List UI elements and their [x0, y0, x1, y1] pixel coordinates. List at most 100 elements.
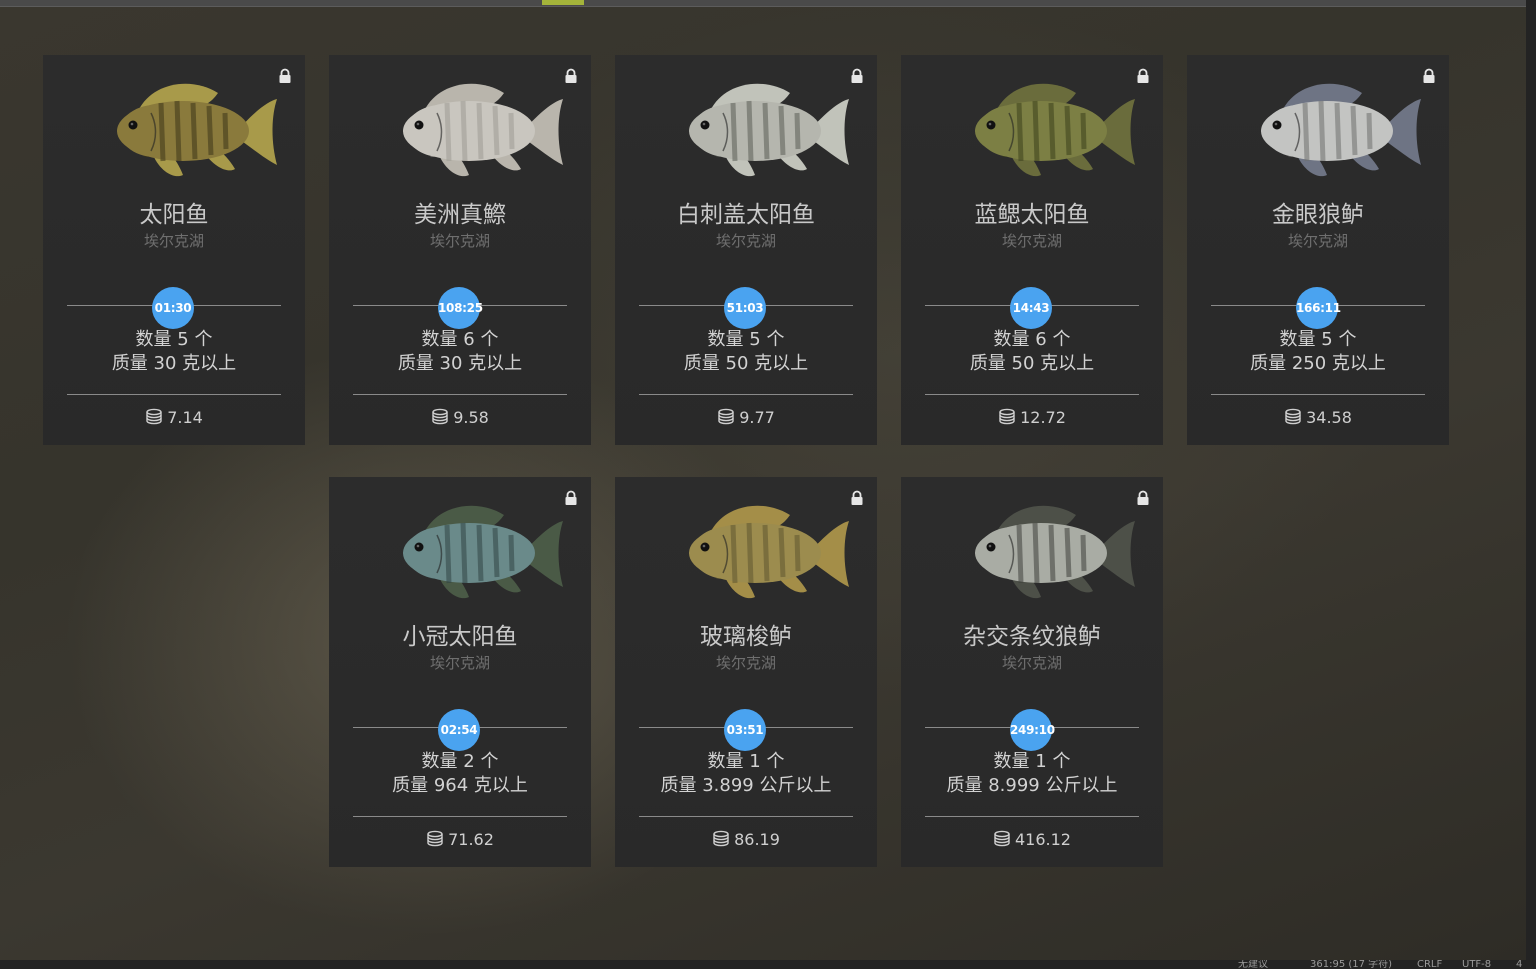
right-scroll-edge[interactable] — [1526, 0, 1536, 969]
reward-value: 34.58 — [1306, 408, 1352, 427]
fish-name: 小冠太阳鱼 — [402, 624, 518, 650]
fish-card[interactable]: 杂交条纹狼鲈埃尔克湖 249:10 数量 1 个质量 8.999 公斤以上 416.… — [901, 477, 1163, 867]
fish-image — [975, 83, 1135, 177]
divider — [1211, 394, 1425, 395]
divider — [67, 394, 281, 395]
fish-image — [689, 505, 849, 599]
reward: 86.19 — [615, 829, 877, 851]
timer-badge: 108:25 — [438, 287, 483, 329]
divider — [353, 394, 567, 395]
fish-picture — [329, 495, 591, 615]
fish-image — [403, 83, 563, 177]
reward: 9.58 — [329, 407, 591, 429]
weight-requirement: 质量 250 克以上 — [1250, 353, 1386, 374]
fish-card[interactable]: 太阳鱼 埃尔克湖 01:30 数量 5 个质量 30 克以上 7.14 — [43, 55, 305, 445]
fish-location: 埃尔克湖 — [429, 232, 490, 250]
reward: 9.77 — [615, 407, 877, 429]
fish-location: 埃尔克湖 — [143, 232, 204, 250]
fish-name: 杂交条纹狼鲈 — [963, 624, 1101, 650]
fish-location: 埃尔克湖 — [1001, 654, 1062, 672]
fish-picture — [1187, 73, 1449, 193]
divider — [925, 816, 1139, 817]
fish-name: 美洲真鰶 — [414, 202, 506, 228]
fish-picture — [329, 73, 591, 193]
weight-requirement: 质量 3.899 公斤以上 — [660, 775, 832, 796]
coin-icon — [427, 830, 443, 847]
reward-value: 9.77 — [739, 408, 775, 427]
weight-requirement: 质量 50 克以上 — [969, 353, 1095, 374]
fish-image — [975, 505, 1135, 599]
status-extra: 4 — [1516, 960, 1523, 969]
coin-icon — [432, 408, 448, 425]
fish-image — [117, 83, 277, 177]
reward-value: 71.62 — [448, 830, 494, 849]
fish-location: 埃尔克湖 — [715, 232, 776, 250]
fish-picture — [901, 495, 1163, 615]
reward: 416.12 — [901, 829, 1163, 851]
timer-badge: 249:10 — [1010, 709, 1055, 751]
quantity-requirement: 数量 1 个 — [993, 751, 1071, 772]
coin-icon — [718, 408, 734, 425]
quantity-requirement: 数量 5 个 — [707, 329, 785, 350]
reward: 12.72 — [901, 407, 1163, 429]
status-bar: 无建议 361:95 (17 字符) CRLF UTF-8 4 — [0, 960, 1536, 969]
fish-image — [403, 505, 563, 599]
coin-icon — [999, 408, 1015, 425]
fish-location: 埃尔克湖 — [1287, 232, 1348, 250]
status-suggestion[interactable]: 无建议 — [1238, 960, 1268, 969]
weight-requirement: 质量 30 克以上 — [397, 353, 523, 374]
fish-location: 埃尔克湖 — [715, 654, 776, 672]
fish-name: 太阳鱼 — [139, 202, 209, 228]
fish-card[interactable]: 小冠太阳鱼埃尔克湖 02:54 数量 2 个质量 964 克以上 71.62 — [329, 477, 591, 867]
fish-location: 埃尔克湖 — [1001, 232, 1062, 250]
fish-card[interactable]: 玻璃梭鲈埃尔克湖 03:51 数量 1 个质量 3.899 公斤以上 86.19 — [615, 477, 877, 867]
fish-name: 金眼狼鲈 — [1272, 202, 1364, 228]
divider — [639, 816, 853, 817]
reward-value: 86.19 — [734, 830, 780, 849]
fish-image — [1261, 83, 1421, 177]
fish-card[interactable]: 美洲真鰶埃尔克湖 108:25 数量 6 个质量 30 克以上 9.58 — [329, 55, 591, 445]
weight-requirement: 质量 30 克以上 — [111, 353, 237, 374]
quantity-requirement: 数量 1 个 — [707, 751, 785, 772]
reward: 71.62 — [329, 829, 591, 851]
fish-card[interactable]: 白刺盖太阳鱼埃尔克湖 51:03 数量 5 个质量 50 克以上 9.77 — [615, 55, 877, 445]
quantity-requirement: 数量 5 个 — [135, 329, 213, 350]
status-encoding[interactable]: UTF-8 — [1462, 960, 1491, 969]
weight-requirement: 质量 964 克以上 — [392, 775, 528, 796]
reward: 7.14 — [43, 407, 305, 429]
status-line-ending[interactable]: CRLF — [1417, 960, 1442, 969]
coin-icon — [1285, 408, 1301, 425]
reward-value: 416.12 — [1015, 830, 1071, 849]
coin-icon — [994, 830, 1010, 847]
reward-value: 12.72 — [1020, 408, 1066, 427]
fish-picture — [43, 73, 305, 193]
timer-badge: 02:54 — [438, 709, 480, 751]
fish-name: 蓝鳃太阳鱼 — [974, 202, 1090, 228]
fish-picture — [901, 73, 1163, 193]
window-top-bar — [0, 0, 1526, 7]
fish-name: 白刺盖太阳鱼 — [677, 202, 815, 228]
timer-badge: 03:51 — [724, 709, 766, 751]
timer-badge: 166:11 — [1296, 287, 1341, 329]
active-tab-marker — [542, 0, 584, 5]
fish-name: 玻璃梭鲈 — [700, 624, 792, 650]
weight-requirement: 质量 8.999 公斤以上 — [946, 775, 1118, 796]
fish-location: 埃尔克湖 — [429, 654, 490, 672]
coin-icon — [146, 408, 162, 425]
fish-image — [689, 83, 849, 177]
timer-badge: 51:03 — [724, 287, 766, 329]
timer-badge: 14:43 — [1010, 287, 1052, 329]
weight-requirement: 质量 50 克以上 — [683, 353, 809, 374]
fish-picture — [615, 73, 877, 193]
divider — [925, 394, 1139, 395]
quantity-requirement: 数量 2 个 — [421, 751, 499, 772]
divider — [353, 816, 567, 817]
reward: 34.58 — [1187, 407, 1449, 429]
status-position[interactable]: 361:95 (17 字符) — [1310, 960, 1392, 969]
quantity-requirement: 数量 6 个 — [421, 329, 499, 350]
quantity-requirement: 数量 5 个 — [1279, 329, 1357, 350]
reward-value: 9.58 — [453, 408, 489, 427]
fish-picture — [615, 495, 877, 615]
fish-card[interactable]: 蓝鳃太阳鱼 埃尔克湖 14:43 数量 6 个质量 50 克以上 12.72 — [901, 55, 1163, 445]
fish-card[interactable]: 金眼狼鲈埃尔克湖 166:11 数量 5 个质量 250 克以上 34.58 — [1187, 55, 1449, 445]
